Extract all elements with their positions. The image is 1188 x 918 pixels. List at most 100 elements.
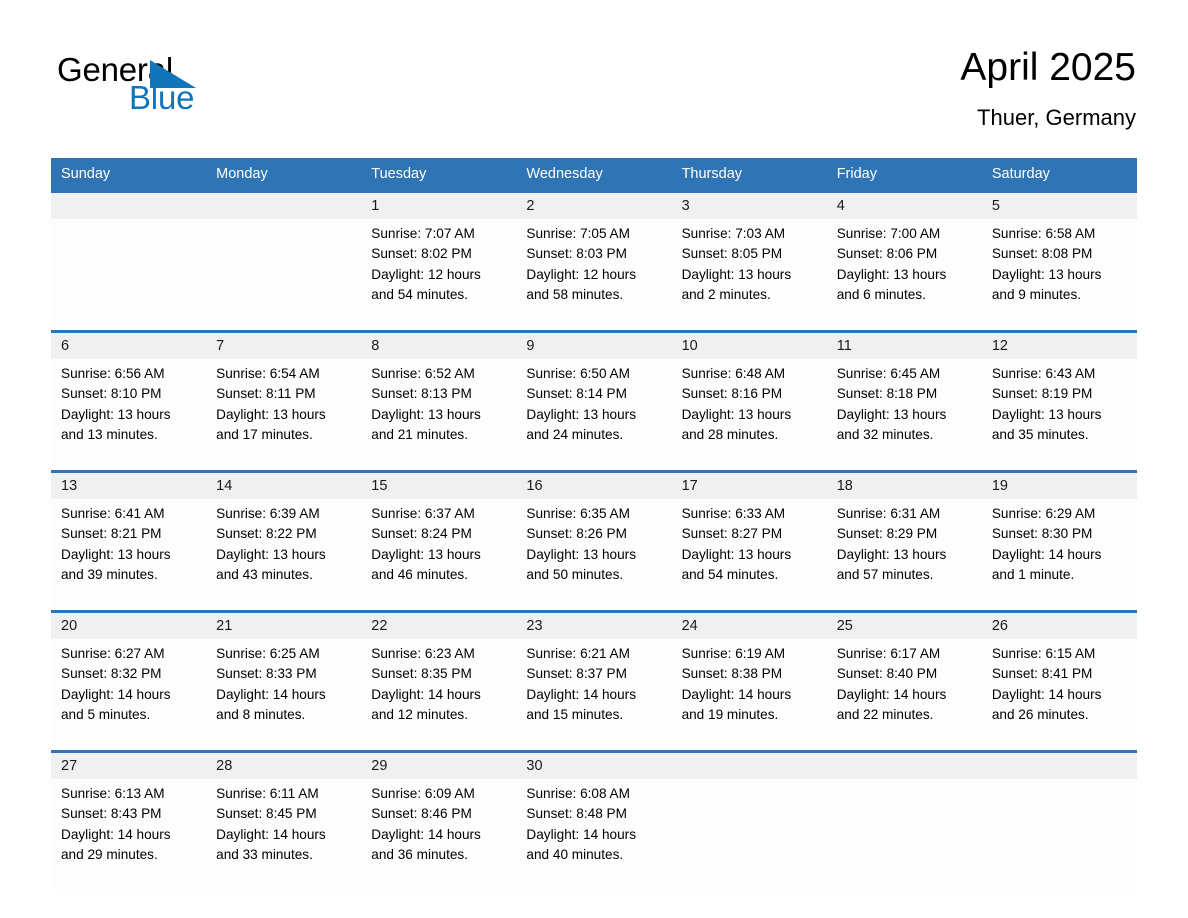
daylight-text-line1: Daylight: 13 hours bbox=[991, 406, 1102, 422]
sunset-text: Sunset: 8:46 PM bbox=[371, 806, 472, 822]
sunset-text: Sunset: 8:19 PM bbox=[991, 386, 1093, 402]
day-cell[interactable]: Sunrise: 6:08 AM Sunset: 8:48 PM Dayligh… bbox=[516, 779, 672, 890]
sunrise-text: Sunrise: 6:09 AM bbox=[371, 786, 475, 801]
day-cell[interactable]: Sunrise: 6:31 AM Sunset: 8:29 PM Dayligh… bbox=[826, 499, 982, 612]
day-cell[interactable]: Sunrise: 6:54 AM Sunset: 8:11 PM Dayligh… bbox=[206, 359, 362, 472]
day-cell[interactable] bbox=[671, 779, 827, 890]
day-cell[interactable]: Sunrise: 6:50 AM Sunset: 8:14 PM Dayligh… bbox=[516, 359, 672, 472]
day-cell[interactable]: Sunrise: 6:43 AM Sunset: 8:19 PM Dayligh… bbox=[981, 359, 1137, 472]
day-cell[interactable]: Sunrise: 6:17 AM Sunset: 8:40 PM Dayligh… bbox=[826, 639, 982, 752]
day-number: 13 bbox=[51, 470, 207, 499]
day-cell[interactable]: Sunrise: 7:03 AM Sunset: 8:05 PM Dayligh… bbox=[671, 219, 827, 332]
daylight-text-line1: Daylight: 14 hours bbox=[991, 686, 1102, 702]
sunrise-text: Sunrise: 6:31 AM bbox=[836, 506, 941, 521]
day-cell[interactable]: Sunrise: 6:37 AM Sunset: 8:24 PM Dayligh… bbox=[361, 499, 517, 612]
day-cell[interactable]: Sunrise: 6:27 AM Sunset: 8:32 PM Dayligh… bbox=[51, 639, 207, 752]
day-cell[interactable]: Sunrise: 6:35 AM Sunset: 8:26 PM Dayligh… bbox=[516, 499, 672, 612]
title-block: April 2025 Thuer, Germany bbox=[960, 45, 1136, 133]
sunrise-text: Sunrise: 6:52 AM bbox=[371, 366, 475, 381]
calendar-page: General Blue April 2025 Thuer, Germany S… bbox=[0, 0, 1188, 918]
day-cell[interactable]: Sunrise: 6:29 AM Sunset: 8:30 PM Dayligh… bbox=[981, 499, 1137, 612]
week-row-3-details: Sunrise: 6:41 AM Sunset: 8:21 PM Dayligh… bbox=[51, 499, 1137, 612]
day-number: 24 bbox=[671, 610, 827, 639]
day-cell[interactable]: Sunrise: 6:56 AM Sunset: 8:10 PM Dayligh… bbox=[51, 359, 207, 472]
sunset-text: Sunset: 8:45 PM bbox=[216, 806, 317, 822]
daylight-text-line2: and 32 minutes. bbox=[836, 426, 934, 442]
daylight-text-line1: Daylight: 12 hours bbox=[371, 266, 481, 282]
day-cell[interactable]: Sunrise: 6:25 AM Sunset: 8:33 PM Dayligh… bbox=[206, 639, 362, 752]
daylight-text-line1: Daylight: 14 hours bbox=[526, 826, 636, 842]
weekday-header-friday: Friday bbox=[826, 158, 982, 192]
day-cell[interactable]: Sunrise: 7:07 AM Sunset: 8:02 PM Dayligh… bbox=[361, 219, 517, 332]
day-cell[interactable]: Sunrise: 6:15 AM Sunset: 8:41 PM Dayligh… bbox=[981, 639, 1137, 752]
day-cell[interactable]: Sunrise: 6:45 AM Sunset: 8:18 PM Dayligh… bbox=[826, 359, 982, 472]
day-cell[interactable] bbox=[51, 219, 207, 332]
sunrise-text: Sunrise: 6:39 AM bbox=[216, 506, 320, 521]
day-cell[interactable]: Sunrise: 7:00 AM Sunset: 8:06 PM Dayligh… bbox=[826, 219, 982, 332]
day-cell[interactable]: Sunrise: 7:05 AM Sunset: 8:03 PM Dayligh… bbox=[516, 219, 672, 332]
day-cell[interactable]: Sunrise: 6:19 AM Sunset: 8:38 PM Dayligh… bbox=[671, 639, 827, 752]
day-number: 9 bbox=[516, 330, 672, 359]
day-number: 5 bbox=[981, 190, 1137, 219]
sunset-text: Sunset: 8:11 PM bbox=[216, 386, 316, 402]
sunrise-text: Sunrise: 6:27 AM bbox=[61, 646, 165, 661]
day-cell[interactable]: Sunrise: 6:33 AM Sunset: 8:27 PM Dayligh… bbox=[671, 499, 827, 612]
day-number: 19 bbox=[981, 470, 1137, 499]
day-cell[interactable]: Sunrise: 6:11 AM Sunset: 8:45 PM Dayligh… bbox=[206, 779, 362, 890]
day-cell[interactable]: Sunrise: 6:58 AM Sunset: 8:08 PM Dayligh… bbox=[981, 219, 1137, 332]
daylight-text-line1: Daylight: 13 hours bbox=[526, 406, 636, 422]
sunset-text: Sunset: 8:33 PM bbox=[216, 666, 317, 682]
sunset-text: Sunset: 8:48 PM bbox=[526, 806, 627, 822]
day-number: 17 bbox=[671, 470, 827, 499]
week-row-5-details: Sunrise: 6:13 AM Sunset: 8:43 PM Dayligh… bbox=[51, 779, 1137, 890]
daylight-text-line1: Daylight: 13 hours bbox=[836, 266, 947, 282]
day-number: 12 bbox=[981, 330, 1137, 359]
weekday-header-thursday: Thursday bbox=[671, 158, 827, 192]
sunrise-text: Sunrise: 6:08 AM bbox=[526, 786, 630, 801]
day-number: 29 bbox=[361, 750, 517, 779]
day-number: 8 bbox=[361, 330, 517, 359]
sunrise-text: Sunrise: 7:05 AM bbox=[526, 226, 630, 241]
day-number: 11 bbox=[826, 330, 982, 359]
calendar-table: Sunday Monday Tuesday Wednesday Thursday… bbox=[51, 158, 1137, 890]
day-number bbox=[51, 190, 207, 219]
daylight-text-line1: Daylight: 13 hours bbox=[371, 546, 481, 562]
day-cell[interactable]: Sunrise: 6:52 AM Sunset: 8:13 PM Dayligh… bbox=[361, 359, 517, 472]
sunrise-text: Sunrise: 6:23 AM bbox=[371, 646, 475, 661]
week-row-3-daynumbers: 13 14 15 16 17 18 19 bbox=[51, 470, 1137, 499]
day-number: 7 bbox=[206, 330, 362, 359]
daylight-text-line1: Daylight: 13 hours bbox=[836, 406, 947, 422]
day-cell[interactable] bbox=[826, 779, 982, 890]
day-number: 22 bbox=[361, 610, 517, 639]
day-cell[interactable]: Sunrise: 6:41 AM Sunset: 8:21 PM Dayligh… bbox=[51, 499, 207, 612]
page-masthead: General Blue April 2025 Thuer, Germany bbox=[0, 0, 1188, 158]
general-blue-logo: General Blue bbox=[57, 52, 257, 124]
daylight-text-line2: and 36 minutes. bbox=[371, 846, 469, 862]
day-cell[interactable]: Sunrise: 6:21 AM Sunset: 8:37 PM Dayligh… bbox=[516, 639, 672, 752]
sunrise-text: Sunrise: 6:45 AM bbox=[836, 366, 941, 381]
daylight-text-line1: Daylight: 12 hours bbox=[526, 266, 636, 282]
sunset-text: Sunset: 8:18 PM bbox=[836, 386, 938, 402]
day-cell[interactable]: Sunrise: 6:48 AM Sunset: 8:16 PM Dayligh… bbox=[671, 359, 827, 472]
weekday-header-sunday: Sunday bbox=[51, 158, 207, 192]
day-cell[interactable]: Sunrise: 6:23 AM Sunset: 8:35 PM Dayligh… bbox=[361, 639, 517, 752]
daylight-text-line2: and 17 minutes. bbox=[216, 426, 313, 442]
day-cell[interactable]: Sunrise: 6:13 AM Sunset: 8:43 PM Dayligh… bbox=[51, 779, 207, 890]
daylight-text-line1: Daylight: 14 hours bbox=[991, 546, 1102, 562]
day-number: 30 bbox=[516, 750, 672, 779]
sunset-text: Sunset: 8:41 PM bbox=[991, 666, 1093, 682]
sunrise-text: Sunrise: 6:58 AM bbox=[991, 226, 1096, 241]
week-row-4-details: Sunrise: 6:27 AM Sunset: 8:32 PM Dayligh… bbox=[51, 639, 1137, 752]
sunrise-text: Sunrise: 6:13 AM bbox=[61, 786, 165, 801]
day-number: 26 bbox=[981, 610, 1137, 639]
daylight-text-line2: and 21 minutes. bbox=[371, 426, 469, 442]
sunrise-text: Sunrise: 6:15 AM bbox=[991, 646, 1096, 661]
day-number: 6 bbox=[51, 330, 207, 359]
sunrise-text: Sunrise: 6:29 AM bbox=[991, 506, 1096, 521]
day-cell[interactable]: Sunrise: 6:09 AM Sunset: 8:46 PM Dayligh… bbox=[361, 779, 517, 890]
day-cell[interactable] bbox=[981, 779, 1137, 890]
day-cell[interactable] bbox=[206, 219, 362, 332]
weekday-header-tuesday: Tuesday bbox=[361, 158, 517, 192]
day-cell[interactable]: Sunrise: 6:39 AM Sunset: 8:22 PM Dayligh… bbox=[206, 499, 362, 612]
day-number: 25 bbox=[826, 610, 982, 639]
